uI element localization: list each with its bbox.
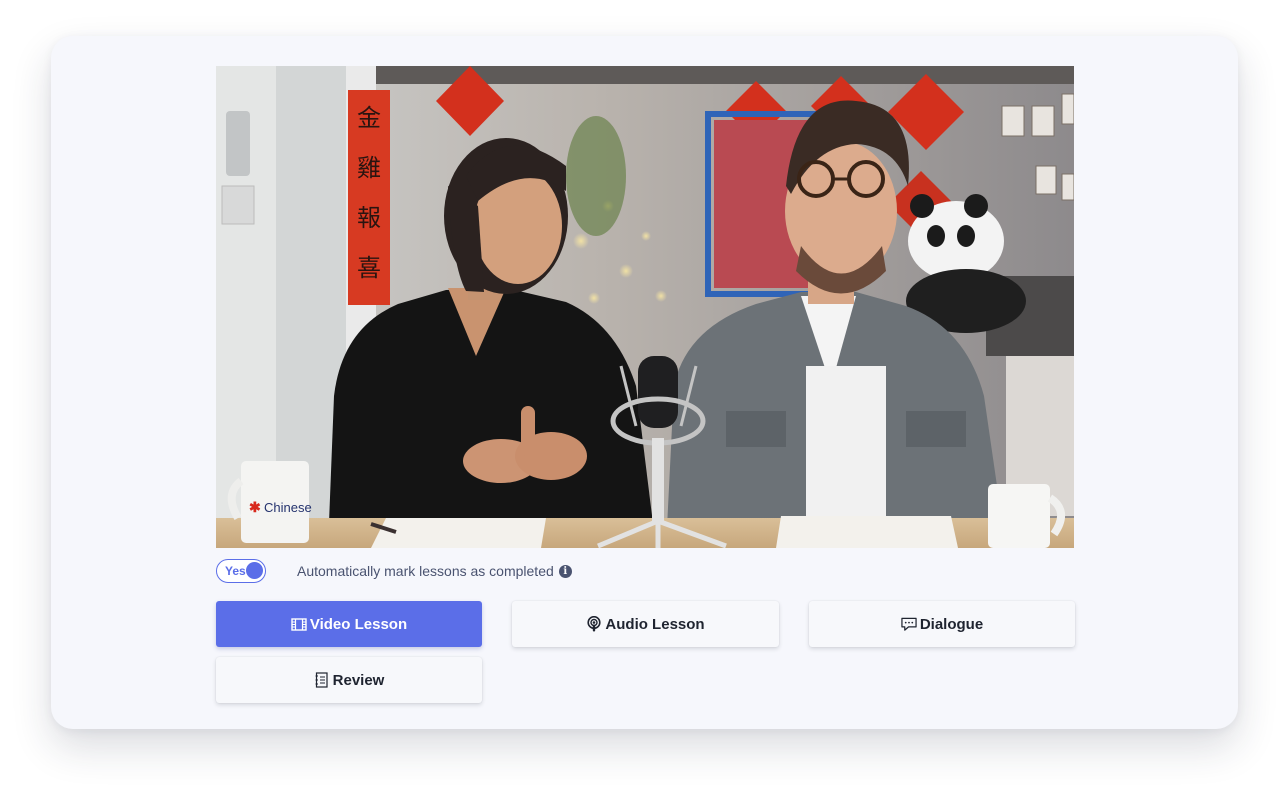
notebook-icon xyxy=(314,672,330,688)
autocomplete-toggle[interactable]: Yes xyxy=(216,559,266,583)
autocomplete-row: Yes Automatically mark lessons as comple… xyxy=(216,558,572,584)
video-player[interactable]: 金 雞 報 喜 ✱ Chinese xyxy=(216,66,1074,548)
toggle-knob xyxy=(246,562,263,579)
svg-text:報: 報 xyxy=(357,204,381,232)
svg-text:金: 金 xyxy=(357,104,381,132)
video-frame: 金 雞 報 喜 ✱ Chinese xyxy=(216,66,1074,548)
svg-text:✱: ✱ xyxy=(249,499,261,515)
tab-label: Dialogue xyxy=(919,615,984,633)
tab-dialogue[interactable]: Dialogue xyxy=(809,601,1075,647)
info-icon[interactable]: i xyxy=(558,564,572,578)
podcast-icon xyxy=(586,616,602,632)
autocomplete-description: Automatically mark lessons as completed xyxy=(297,563,554,579)
tab-label: Video Lesson xyxy=(309,615,408,633)
film-icon xyxy=(291,616,307,632)
tab-label: Review xyxy=(332,671,385,689)
toggle-label: Yes xyxy=(225,564,246,578)
mug-logo-text: Chinese xyxy=(264,500,312,515)
tab-video-lesson[interactable]: Video Lesson xyxy=(216,601,482,647)
svg-text:喜: 喜 xyxy=(357,254,381,282)
tab-review[interactable]: Review xyxy=(216,657,482,703)
lesson-card: 金 雞 報 喜 ✱ Chinese Yes Automatically mark… xyxy=(51,36,1238,729)
chat-icon xyxy=(901,616,917,632)
svg-text:雞: 雞 xyxy=(357,154,381,182)
tab-label: Audio Lesson xyxy=(605,615,705,633)
tab-audio-lesson[interactable]: Audio Lesson xyxy=(512,601,779,647)
